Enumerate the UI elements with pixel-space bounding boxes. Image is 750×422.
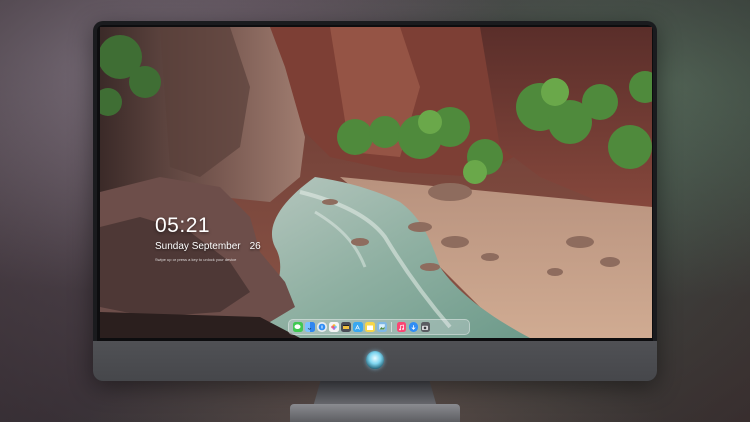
photos-icon[interactable] <box>329 322 339 332</box>
messages-icon[interactable] <box>293 322 303 332</box>
finder-icon[interactable] <box>305 322 315 332</box>
unlock-hint: Swipe up or press a key to unlock your d… <box>155 257 237 262</box>
music-icon[interactable] <box>396 322 406 332</box>
monitor-stand-base <box>290 404 460 422</box>
finalcut-icon[interactable] <box>341 322 351 332</box>
monitor: 05:21 Sunday September 26 Swipe up or pre… <box>93 21 657 381</box>
monitor-chin <box>93 341 657 381</box>
safari-icon[interactable] <box>317 322 327 332</box>
lock-screen-date: Sunday September 26 <box>155 241 261 252</box>
appstore-icon[interactable] <box>353 322 363 332</box>
date-day: 26 <box>249 241 261 252</box>
camera-icon[interactable] <box>420 322 430 332</box>
lock-screen-clock: 05:21 <box>155 214 211 237</box>
notes-icon[interactable] <box>365 322 375 332</box>
canyon-wallpaper <box>100 27 652 338</box>
dock <box>288 319 470 335</box>
screen-bezel: 05:21 Sunday September 26 Swipe up or pre… <box>97 25 653 341</box>
desktop-wallpaper-screen: 05:21 Sunday September 26 Swipe up or pre… <box>100 27 652 338</box>
date-text: Sunday September <box>155 241 241 252</box>
brand-logo-icon <box>366 351 384 369</box>
dock-separator <box>391 322 392 332</box>
downloads-icon[interactable] <box>408 322 418 332</box>
preview-icon[interactable] <box>377 322 387 332</box>
